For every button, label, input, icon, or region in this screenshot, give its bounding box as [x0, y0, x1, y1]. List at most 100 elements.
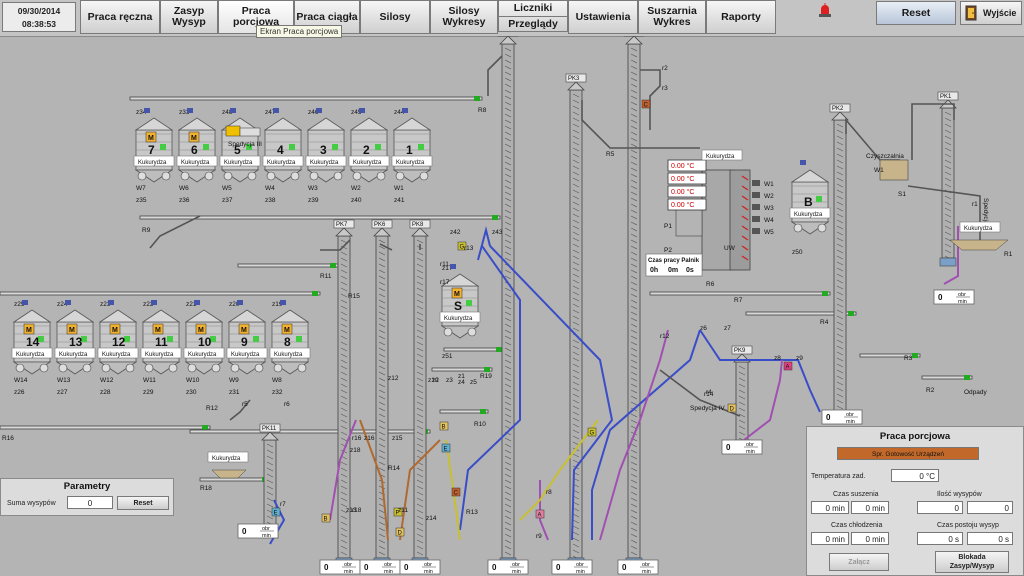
- spedycja-3-label: Spedycja III: [228, 141, 262, 148]
- czyszczalnia-label: Czyszczalnia: [866, 153, 904, 160]
- suma-wysypow-field[interactable]: 0: [67, 496, 113, 509]
- silo-roof: [134, 117, 174, 131]
- nav-silosy[interactable]: Silosy: [360, 0, 430, 34]
- blokada-button[interactable]: Blokada Zasyp/Wysyp: [935, 551, 1009, 573]
- r-label: R12: [206, 405, 218, 412]
- conveyor-center-2-motor: [484, 367, 490, 372]
- elevator-PK5: [627, 43, 641, 559]
- silo-roof: [12, 309, 52, 323]
- obr-unit-bottom: min: [846, 419, 855, 425]
- czas-postoju-set[interactable]: 0 s: [967, 532, 1013, 545]
- temperatura-field[interactable]: 0 °C: [891, 469, 939, 482]
- ilosc-wysypow-set[interactable]: 0: [967, 501, 1013, 514]
- dryer-fan-label: W5: [764, 229, 774, 236]
- silo-motor-text: M: [26, 327, 32, 334]
- reset-button[interactable]: Reset: [876, 1, 956, 25]
- tag-badge-label: A: [538, 513, 542, 519]
- component-label: r6: [284, 401, 290, 408]
- silo-roof: [98, 309, 138, 323]
- top-toolbar: 09/30/2014 08:38:53 Praca ręczna Zasyp W…: [0, 0, 1024, 38]
- component-label: z43: [492, 229, 503, 236]
- conveyor-lower: [0, 425, 211, 430]
- silo-fan-icon: [290, 171, 300, 181]
- silo-valve-label: z29: [143, 389, 154, 396]
- silo-w-label: W11: [143, 377, 156, 384]
- r-label: R15: [348, 293, 360, 300]
- crop-label: Kukurydza: [145, 352, 174, 358]
- silo-valve-label: z36: [179, 197, 190, 204]
- silo-fan-icon: [15, 363, 25, 373]
- nav-silosy-wykresy[interactable]: Silosy Wykresy: [430, 0, 498, 34]
- silo-valve: [194, 300, 200, 305]
- silo-valve: [108, 300, 114, 305]
- nav-liczniki[interactable]: Liczniki: [499, 1, 567, 16]
- silo-valve: [187, 108, 193, 113]
- zalacz-button[interactable]: Załącz: [829, 553, 889, 571]
- conveyor-top-motor: [474, 96, 480, 101]
- component-label: r5: [242, 401, 248, 408]
- conveyor-center-motor: [496, 347, 502, 352]
- silo-fan-icon: [309, 171, 319, 181]
- parametry-reset-button[interactable]: Reset: [117, 496, 169, 510]
- r-label: R8: [478, 107, 487, 114]
- silo-w-label: W7: [136, 185, 146, 192]
- silo-valve-label: z30: [186, 389, 197, 396]
- component-label: z13: [346, 507, 357, 514]
- silo-motor-text: M: [148, 135, 154, 142]
- dryer-fan-motor: [752, 192, 760, 198]
- component-label: r3: [662, 85, 668, 92]
- silo-roof: [227, 309, 267, 323]
- tag-badge-label: E: [274, 511, 278, 517]
- r-label: R18: [200, 485, 212, 492]
- component-label: r9: [536, 533, 542, 540]
- conveyor-lower-2: [189, 429, 431, 434]
- nav-przeglady[interactable]: Przeglądy: [499, 16, 567, 32]
- pipe-r9: [149, 215, 201, 249]
- spedycja-4-label: Spedycja IV: [690, 405, 725, 412]
- elevator-label: PK6: [374, 222, 386, 228]
- dryer-fan-motor: [752, 228, 760, 234]
- component-label: r8: [546, 489, 552, 496]
- silo-valve: [359, 108, 365, 113]
- elevator-head: [335, 227, 353, 237]
- nav-suszarnia-wykres[interactable]: Suszarnia Wykres: [638, 0, 706, 34]
- nav-ustawienia[interactable]: Ustawienia: [568, 0, 638, 34]
- silo-w-label: W2: [351, 185, 361, 192]
- czas-chlodzenia-set[interactable]: 0 min: [851, 532, 889, 545]
- silo-fan-icon: [58, 363, 68, 373]
- elevator-PK4: [501, 43, 515, 559]
- silo-number: 11: [155, 335, 168, 349]
- component-label: z16: [364, 435, 375, 442]
- dryer-fan-label: W1: [764, 181, 774, 188]
- crop-label: Kukurydza: [188, 352, 217, 358]
- r-label: R16: [2, 435, 14, 442]
- dryer-fan-motor: [752, 180, 760, 186]
- silo-motor-text: M: [191, 135, 197, 142]
- elevator-head: [499, 36, 517, 45]
- silo-fan-icon: [39, 363, 49, 373]
- cleaner-body: [879, 159, 909, 181]
- exit-button[interactable]: Wyjście: [960, 1, 1022, 25]
- silo-valve-label: z26: [14, 389, 25, 396]
- component-label: z3: [446, 377, 453, 384]
- elevator-label: PK3: [568, 76, 580, 82]
- silo-roof: [184, 309, 224, 323]
- silo-valve-label: z31: [229, 389, 240, 396]
- silo-roof: [263, 117, 303, 131]
- silo-w-label: W5: [222, 185, 232, 192]
- r-label: R14: [388, 465, 400, 472]
- conveyor-top-collector-motor: [492, 215, 498, 220]
- silo-valve-label: z28: [100, 389, 111, 396]
- nav-zasyp-wysyp[interactable]: Zasyp Wysyp: [160, 0, 218, 34]
- nav-praca-reczna[interactable]: Praca ręczna: [80, 0, 160, 34]
- temperatura-label: Temperatura zad.: [811, 473, 866, 480]
- silo-roof: [306, 117, 346, 131]
- silo-level-led: [289, 144, 295, 150]
- silo-fan-icon: [211, 363, 221, 373]
- silo-motor-text: M: [112, 327, 118, 334]
- elevator-label: PK8: [412, 222, 424, 228]
- silo-fan-icon: [266, 171, 276, 181]
- czas-suszenia-set[interactable]: 0 min: [851, 501, 889, 514]
- silo-fan-icon: [204, 171, 214, 181]
- nav-raporty[interactable]: Raporty: [706, 0, 776, 34]
